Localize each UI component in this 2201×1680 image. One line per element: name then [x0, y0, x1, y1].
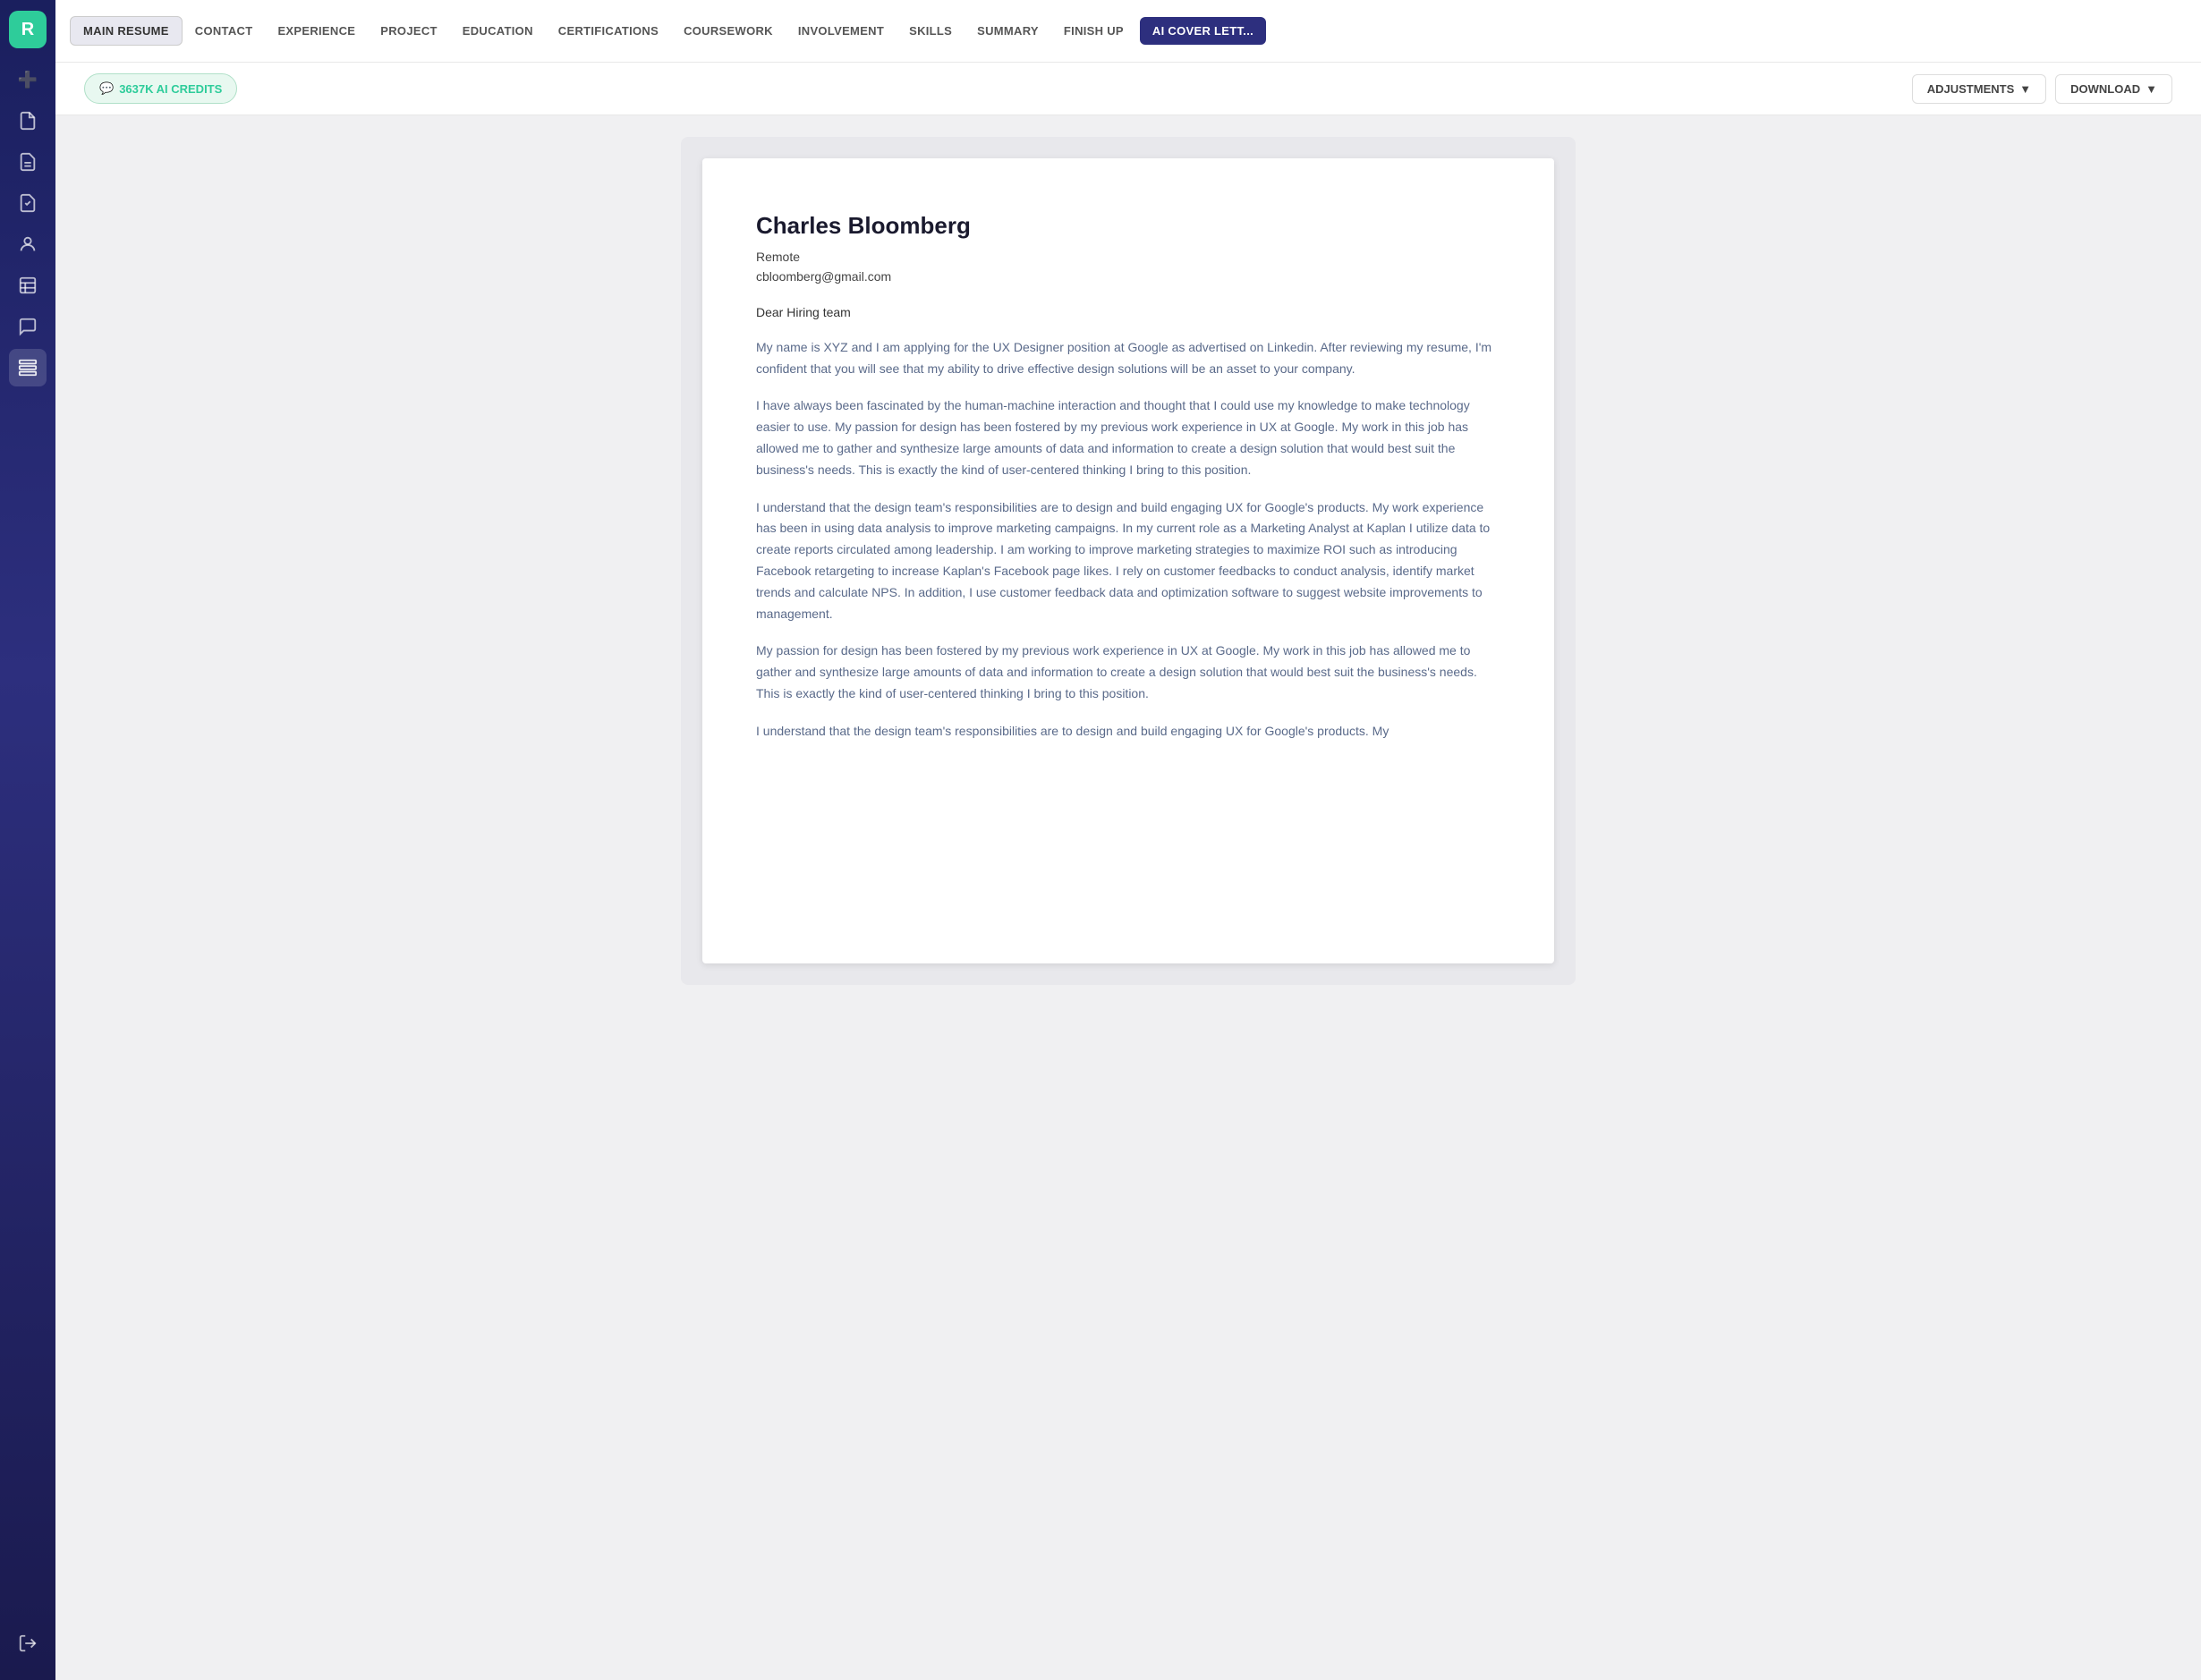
applicant-name: Charles Bloomberg — [756, 212, 1500, 240]
paragraph-4: My passion for design has been fostered … — [756, 641, 1500, 704]
nav-ai-cover-letter[interactable]: AI COVER LETT... — [1140, 17, 1266, 45]
content-area: Charles Bloomberg Remote cbloomberg@gmai… — [55, 115, 2201, 1680]
nav-coursework[interactable]: COURSEWORK — [671, 17, 786, 45]
toolbar: 💬 3637K AI CREDITS ADJUSTMENTS ▼ DOWNLOA… — [55, 63, 2201, 115]
credits-badge: 💬 3637K AI CREDITS — [84, 73, 237, 104]
nav-main-resume[interactable]: MAIN RESUME — [70, 16, 183, 46]
paragraph-2: I have always been fascinated by the hum… — [756, 395, 1500, 480]
adjustments-chevron-icon: ▼ — [2019, 82, 2031, 96]
paragraph-1: My name is XYZ and I am applying for the… — [756, 337, 1500, 380]
contact-info: Remote cbloomberg@gmail.com — [756, 247, 1500, 287]
paragraph-3: I understand that the design team's resp… — [756, 497, 1500, 625]
nav-summary[interactable]: SUMMARY — [965, 17, 1051, 45]
main-content: MAIN RESUME CONTACT EXPERIENCE PROJECT E… — [55, 0, 2201, 1680]
adjustments-label: ADJUSTMENTS — [1927, 82, 2015, 96]
sidebar-icon-document-list[interactable] — [9, 143, 47, 181]
sidebar: R ➕ — [0, 0, 55, 1680]
nav-skills[interactable]: SKILLS — [897, 17, 965, 45]
credits-icon: 💬 — [99, 81, 114, 96]
logout-button[interactable] — [9, 1625, 47, 1662]
greeting: Dear Hiring team — [756, 305, 1500, 319]
nav-contact[interactable]: CONTACT — [183, 17, 266, 45]
download-chevron-icon: ▼ — [2146, 82, 2157, 96]
credits-label: 3637K AI CREDITS — [119, 82, 222, 96]
sidebar-icon-add-document[interactable]: ➕ — [9, 61, 47, 98]
sidebar-icon-check-document[interactable] — [9, 184, 47, 222]
nav-experience[interactable]: EXPERIENCE — [265, 17, 368, 45]
sidebar-icon-table[interactable] — [9, 267, 47, 304]
sidebar-icon-profile[interactable] — [9, 225, 47, 263]
nav-finish-up[interactable]: FINISH UP — [1051, 17, 1136, 45]
toolbar-actions: ADJUSTMENTS ▼ DOWNLOAD ▼ — [1912, 74, 2172, 104]
cover-letter-document: Charles Bloomberg Remote cbloomberg@gmai… — [702, 158, 1554, 963]
sidebar-icon-chat[interactable] — [9, 308, 47, 345]
document-wrapper: Charles Bloomberg Remote cbloomberg@gmai… — [681, 137, 1576, 985]
paragraph-5: I understand that the design team's resp… — [756, 721, 1500, 742]
download-label: DOWNLOAD — [2070, 82, 2140, 96]
sidebar-icon-stack[interactable] — [9, 349, 47, 386]
nav-education[interactable]: EDUCATION — [450, 17, 546, 45]
app-logo[interactable]: R — [9, 11, 47, 48]
top-navigation: MAIN RESUME CONTACT EXPERIENCE PROJECT E… — [55, 0, 2201, 63]
nav-project[interactable]: PROJECT — [368, 17, 450, 45]
sidebar-icon-document[interactable] — [9, 102, 47, 140]
download-button[interactable]: DOWNLOAD ▼ — [2055, 74, 2172, 104]
adjustments-button[interactable]: ADJUSTMENTS ▼ — [1912, 74, 2046, 104]
email: cbloomberg@gmail.com — [756, 267, 1500, 286]
nav-certifications[interactable]: CERTIFICATIONS — [546, 17, 671, 45]
nav-involvement[interactable]: INVOLVEMENT — [786, 17, 897, 45]
location: Remote — [756, 247, 1500, 267]
